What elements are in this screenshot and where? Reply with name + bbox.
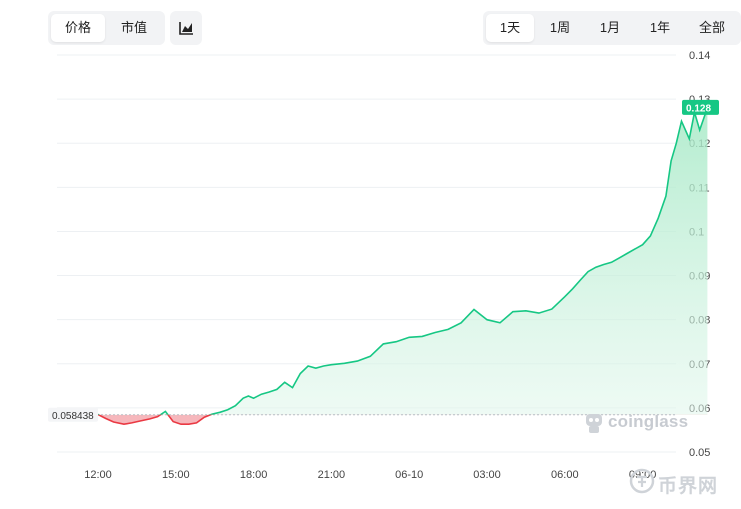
x-tick-label: 21:00 <box>318 469 346 481</box>
last-price-tag: 0.128 <box>682 99 719 115</box>
x-tick-label: 03:00 <box>473 469 501 481</box>
x-tick-label: 12:00 <box>84 469 112 481</box>
site-watermark: 币界网 <box>658 476 719 497</box>
coinglass-logo-icon <box>586 414 602 433</box>
last-price-value: 0.128 <box>686 103 711 114</box>
y-tick-label: 0.14 <box>689 50 710 62</box>
x-axis: 12:00 15:00 18:00 21:00 06-10 03:00 06:00 09:00 <box>84 469 656 481</box>
x-tick-label: 15:00 <box>162 469 190 481</box>
price-chart: 0.140.130.120.110.10.090.080.070.060.05 … <box>48 50 719 481</box>
baseline-value: 0.058438 <box>52 411 94 422</box>
x-tick-label: 06-10 <box>395 469 423 481</box>
area-fill-up <box>59 107 708 415</box>
y-tick-label: 0.05 <box>689 447 710 459</box>
bijie-logo-icon <box>629 468 655 494</box>
coinglass-watermark: coinglass <box>608 412 689 431</box>
x-tick-label: 18:00 <box>240 469 268 481</box>
baseline-label: 0.058438 <box>48 407 98 422</box>
x-tick-label: 06:00 <box>551 469 579 481</box>
